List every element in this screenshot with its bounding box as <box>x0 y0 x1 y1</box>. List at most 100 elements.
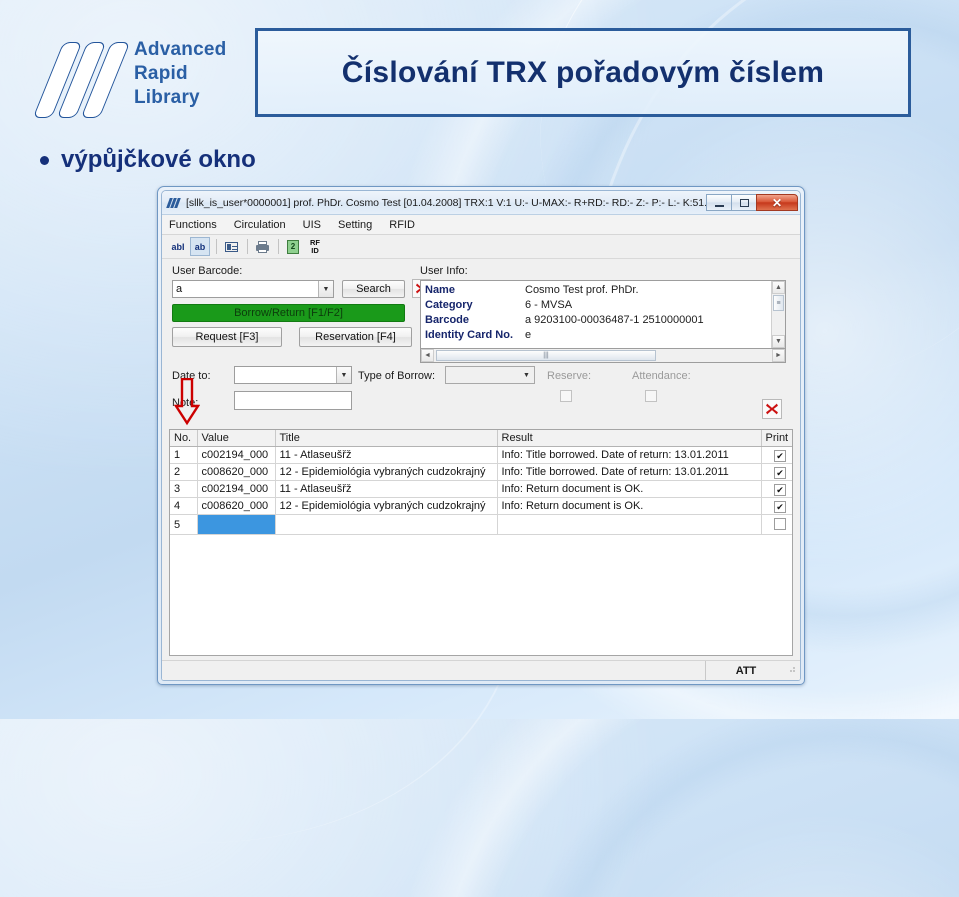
cell-result: Info: Title borrowed. Date of return: 13… <box>497 446 762 464</box>
minimize-button[interactable] <box>706 194 732 211</box>
user-info-value: 6 - MVSA <box>525 299 573 311</box>
cell-result: Info: Return document is OK. <box>497 497 762 515</box>
hscroll-thumb[interactable]: ||| <box>436 350 656 361</box>
column-header-no[interactable]: No. <box>170 430 198 447</box>
user-info-key: Category <box>425 299 473 311</box>
scroll-up-icon[interactable]: ▲ <box>772 281 785 294</box>
cell-print[interactable]: ✔ <box>761 446 792 464</box>
maximize-button[interactable] <box>731 194 757 211</box>
note-label: Note: <box>172 397 199 409</box>
resize-grip-icon[interactable] <box>786 661 800 680</box>
close-icon <box>766 403 778 415</box>
cell-value[interactable]: c002194_000 <box>197 446 276 464</box>
cell-title[interactable]: 11 - Atlaseušřž <box>275 446 498 464</box>
table-row[interactable]: 5 <box>170 514 792 535</box>
user-barcode-input[interactable]: a ▼ <box>172 280 334 298</box>
table-row[interactable]: 3 c002194_000 11 - Atlaseušřž Info: Retu… <box>170 480 792 498</box>
window-controls: ✕ <box>706 194 798 211</box>
hscroll-track[interactable]: ||| <box>434 349 772 362</box>
date-to-label: Date to: <box>172 370 211 382</box>
logo-wordmark: Advanced Rapid Library <box>134 38 226 110</box>
request-button[interactable]: Request [F3] <box>172 327 282 347</box>
toolbar-separator-1 <box>216 239 217 254</box>
menu-item-uis[interactable]: UIS <box>303 219 321 231</box>
scroll-left-icon[interactable]: ◄ <box>421 349 434 362</box>
arl-logo: Advanced Rapid Library <box>32 36 258 118</box>
column-header-result[interactable]: Result <box>497 430 762 447</box>
date-to-combobox[interactable]: ▼ <box>234 366 352 384</box>
menu-item-circulation[interactable]: Circulation <box>234 219 286 231</box>
attendance-label: Attendance: <box>632 370 691 382</box>
user-info-row: Identity Card No. e <box>425 328 785 343</box>
column-header-title[interactable]: Title <box>275 430 498 447</box>
print-checkbox[interactable]: ✔ <box>774 501 786 513</box>
type-of-borrow-combobox[interactable]: ▼ <box>445 366 535 384</box>
user-info-row: Barcode a 9203100-00036487-1 2510000001 <box>425 313 785 328</box>
reservation-button[interactable]: Reservation [F4] <box>299 327 412 347</box>
print-icon[interactable] <box>252 237 272 256</box>
cell-print[interactable]: ✔ <box>761 497 792 515</box>
vscroll-thumb[interactable]: ≡ <box>773 295 784 311</box>
logo-line-1: Advanced <box>134 39 227 60</box>
user-info-value: a 9203100-00036487-1 2510000001 <box>525 314 704 326</box>
transactions-table[interactable]: No. Value Title Result Print 1 c002194_0… <box>169 429 793 656</box>
reserve-checkbox[interactable] <box>560 390 572 402</box>
cell-value[interactable]: c002194_000 <box>197 480 276 498</box>
print-checkbox[interactable]: ✔ <box>774 484 786 496</box>
borrow-return-button[interactable]: Borrow/Return [F1/F2] <box>172 304 405 322</box>
user-info-vertical-scrollbar[interactable]: ▲ ≡ ▼ <box>771 281 785 348</box>
cell-value[interactable]: c008620_000 <box>197 463 276 481</box>
green-page-icon[interactable]: 2 <box>283 237 303 256</box>
cell-title[interactable]: 12 - Epidemiológia vybraných cudzokrajný <box>275 497 498 515</box>
search-button[interactable]: Search <box>342 280 405 298</box>
text-select-icon[interactable]: ab <box>190 237 210 256</box>
menu-item-setting[interactable]: Setting <box>338 219 372 231</box>
chevron-down-icon[interactable]: ▼ <box>336 367 351 383</box>
print-checkbox[interactable]: ✔ <box>774 450 786 462</box>
toolbar-separator-3 <box>278 239 279 254</box>
cell-title[interactable]: 12 - Epidemiológia vybraných cudzokrajný <box>275 463 498 481</box>
menu-item-functions[interactable]: Functions <box>169 219 217 231</box>
rfid-icon[interactable]: RF ID <box>305 237 325 256</box>
circulation-form-panel: User Barcode: a ▼ Search Borrow/Return [… <box>162 259 800 429</box>
column-header-value[interactable]: Value <box>197 430 276 447</box>
toolbar: abI ab 2 RF ID <box>162 235 800 259</box>
column-header-print[interactable]: Print <box>761 430 792 447</box>
window-titlebar[interactable]: [sllk_is_user*0000001] prof. PhDr. Cosmo… <box>162 191 800 215</box>
cell-title[interactable] <box>275 514 498 535</box>
page-title: Číslování TRX pořadovým číslem <box>341 55 825 89</box>
menu-item-rfid[interactable]: RFID <box>389 219 415 231</box>
bullet-label: výpůjčkové okno <box>61 146 256 173</box>
rfid-icon-line2: ID <box>311 245 319 255</box>
user-info-panel: Name Cosmo Test prof. PhDr. Category 6 -… <box>420 280 786 349</box>
scroll-right-icon[interactable]: ► <box>772 349 785 362</box>
user-info-horizontal-scrollbar[interactable]: ◄ ||| ► <box>420 349 786 363</box>
user-info-key: Barcode <box>425 314 470 326</box>
status-bar: ATT <box>162 660 800 680</box>
scroll-down-icon[interactable]: ▼ <box>772 335 785 348</box>
cell-value[interactable] <box>197 514 276 535</box>
close-button[interactable]: ✕ <box>756 194 798 211</box>
table-row[interactable]: 1 c002194_000 11 - Atlaseušřž Info: Titl… <box>170 446 792 464</box>
cell-result: Info: Return document is OK. <box>497 480 762 498</box>
cell-title[interactable]: 11 - Atlaseušřž <box>275 480 498 498</box>
cell-print[interactable] <box>761 514 792 535</box>
clear-note-button[interactable] <box>762 399 782 419</box>
text-cursor-icon[interactable]: abI <box>168 237 188 256</box>
table-row[interactable]: 4 c008620_000 12 - Epidemiológia vybraný… <box>170 497 792 515</box>
chevron-down-icon[interactable]: ▼ <box>318 281 333 297</box>
print-checkbox[interactable]: ✔ <box>774 467 786 479</box>
bullet-dot-icon <box>40 155 49 165</box>
record-view-icon[interactable] <box>221 237 241 256</box>
user-info-row: Name Cosmo Test prof. PhDr. <box>425 283 785 298</box>
user-info-key: Identity Card No. <box>425 329 514 341</box>
cell-print[interactable]: ✔ <box>761 480 792 498</box>
cell-no: 4 <box>170 497 198 515</box>
table-row[interactable]: 2 c008620_000 12 - Epidemiológia vybraný… <box>170 463 792 481</box>
note-input[interactable] <box>234 391 352 410</box>
print-checkbox[interactable] <box>774 518 786 530</box>
attendance-checkbox[interactable] <box>645 390 657 402</box>
cell-print[interactable]: ✔ <box>761 463 792 481</box>
chevron-down-icon[interactable]: ▼ <box>519 367 534 383</box>
cell-value[interactable]: c008620_000 <box>197 497 276 515</box>
